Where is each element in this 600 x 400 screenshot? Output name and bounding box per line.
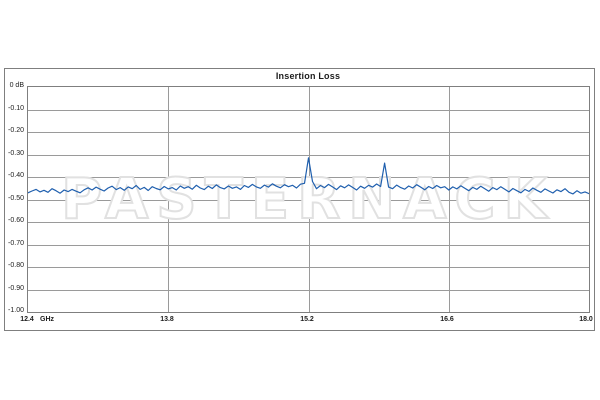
x-tick-label: 18.0	[571, 316, 600, 323]
y-tick-label: -0.50	[1, 195, 24, 203]
y-tick-label: -0.30	[1, 150, 24, 158]
y-tick-label: -0.20	[1, 127, 24, 135]
trace-svg	[28, 87, 589, 312]
y-tick-label: -0.80	[1, 262, 24, 270]
x-axis-unit: GHz	[40, 316, 64, 323]
insertion-loss-chart: Insertion Loss PASTERNACK 0 dB -0.10 -0.…	[0, 0, 600, 400]
y-tick-label: -1.00	[1, 307, 24, 315]
y-tick-label: 0 dB	[1, 82, 24, 90]
y-tick-label: -0.10	[1, 105, 24, 113]
y-tick-label: -0.60	[1, 217, 24, 225]
insertion-loss-trace	[28, 158, 589, 194]
y-tick-label: -0.90	[1, 285, 24, 293]
y-tick-label: -0.70	[1, 240, 24, 248]
plot-area: PASTERNACK	[27, 86, 590, 313]
chart-title: Insertion Loss	[27, 71, 589, 81]
x-tick-label: 15.2	[292, 316, 322, 323]
x-tick-label: 16.6	[432, 316, 462, 323]
x-tick-label: 12.4	[12, 316, 42, 323]
x-tick-label: 13.8	[152, 316, 182, 323]
y-tick-label: -0.40	[1, 172, 24, 180]
